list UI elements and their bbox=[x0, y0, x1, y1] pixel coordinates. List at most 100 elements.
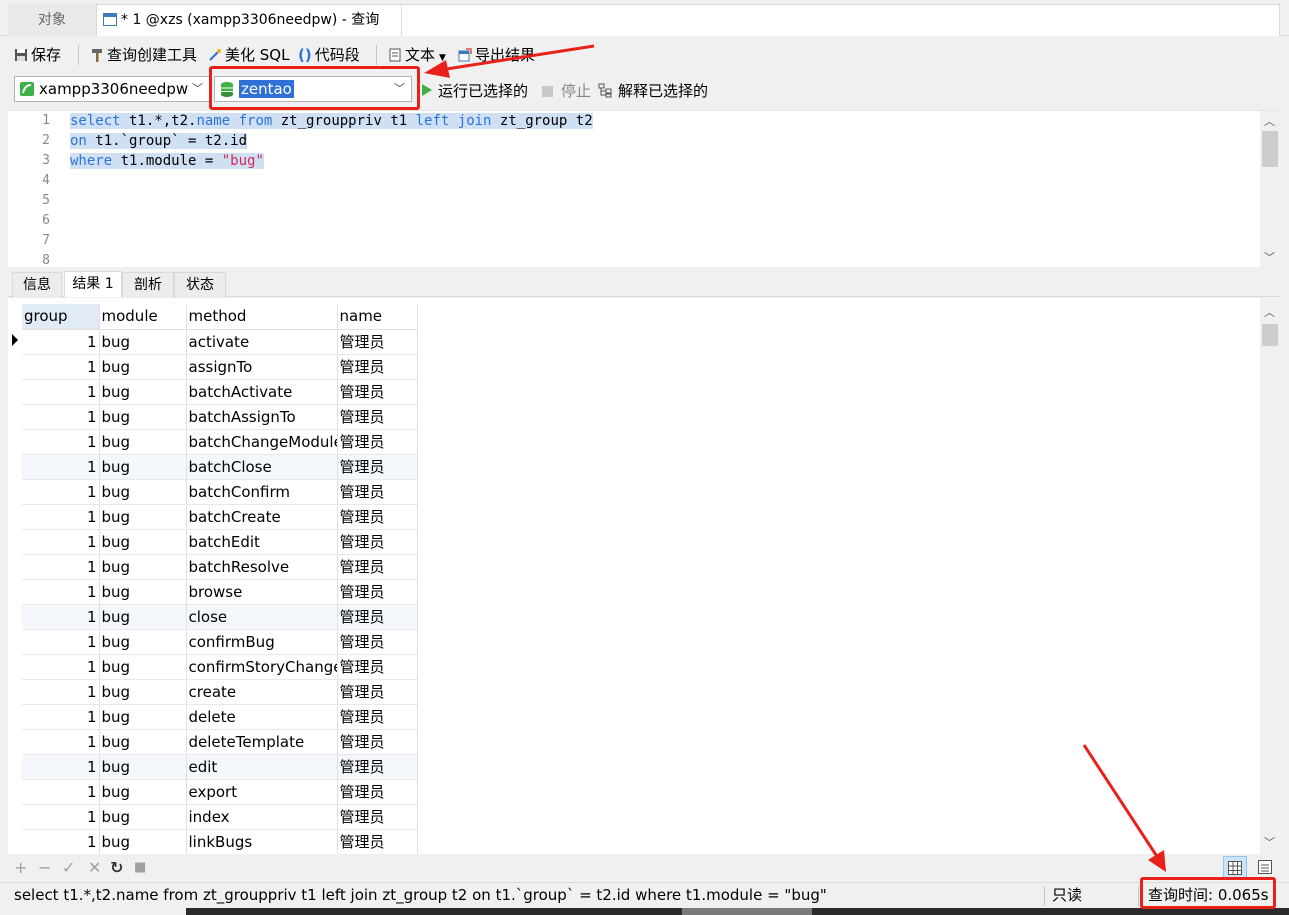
cell-name[interactable]: 管理员 bbox=[337, 504, 418, 530]
cell-group[interactable]: 1 bbox=[22, 729, 100, 755]
cell-module[interactable]: bug bbox=[99, 579, 187, 605]
table-row[interactable]: 1 bug linkBugs 管理员 bbox=[22, 829, 418, 854]
cell-method[interactable]: batchClose bbox=[186, 454, 338, 480]
cell-group[interactable]: 1 bbox=[22, 454, 100, 480]
cell-name[interactable]: 管理员 bbox=[337, 454, 418, 480]
cell-group[interactable]: 1 bbox=[22, 604, 100, 630]
cell-module[interactable]: bug bbox=[99, 479, 187, 505]
cell-name[interactable]: 管理员 bbox=[337, 754, 418, 780]
cell-module[interactable]: bug bbox=[99, 679, 187, 705]
table-row[interactable]: 1 bug deleteTemplate 管理员 bbox=[22, 729, 418, 755]
cell-method[interactable]: linkBugs bbox=[186, 829, 338, 854]
column-header-method[interactable]: method bbox=[186, 304, 338, 330]
cell-name[interactable]: 管理员 bbox=[337, 579, 418, 605]
cell-method[interactable]: confirmBug bbox=[186, 629, 338, 655]
cell-name[interactable]: 管理员 bbox=[337, 404, 418, 430]
stop-fetch-button[interactable]: ■ bbox=[134, 860, 146, 875]
cell-method[interactable]: edit bbox=[186, 754, 338, 780]
table-row[interactable]: 1 bug batchClose 管理员 bbox=[22, 454, 418, 480]
scroll-down-icon[interactable]: ﹀ bbox=[1264, 249, 1275, 265]
table-row[interactable]: 1 bug batchAssignTo 管理员 bbox=[22, 404, 418, 430]
table-row[interactable]: 1 bug batchEdit 管理员 bbox=[22, 529, 418, 555]
cell-module[interactable]: bug bbox=[99, 429, 187, 455]
tab-status[interactable]: 状态 bbox=[174, 272, 226, 298]
table-row[interactable]: 1 bug delete 管理员 bbox=[22, 704, 418, 730]
save-button[interactable]: 保存 bbox=[14, 45, 61, 65]
column-header-name[interactable]: name bbox=[337, 304, 418, 330]
table-row[interactable]: 1 bug create 管理员 bbox=[22, 679, 418, 705]
scroll-up-icon[interactable]: ︿ bbox=[1264, 304, 1275, 320]
cell-group[interactable]: 1 bbox=[22, 429, 100, 455]
cell-method[interactable]: close bbox=[186, 604, 338, 630]
table-row[interactable]: 1 bug batchConfirm 管理员 bbox=[22, 479, 418, 505]
table-row[interactable]: 1 bug batchChangeModule 管理员 bbox=[22, 429, 418, 455]
add-record-button[interactable]: + bbox=[14, 858, 27, 877]
cell-name[interactable]: 管理员 bbox=[337, 604, 418, 630]
grid-scroll-thumb[interactable] bbox=[1262, 324, 1278, 346]
cell-module[interactable]: bug bbox=[99, 454, 187, 480]
cell-group[interactable]: 1 bbox=[22, 479, 100, 505]
cell-name[interactable]: 管理员 bbox=[337, 679, 418, 705]
cell-name[interactable]: 管理员 bbox=[337, 629, 418, 655]
cell-method[interactable]: index bbox=[186, 804, 338, 830]
discard-changes-button[interactable]: ✕ bbox=[88, 858, 101, 877]
cell-group[interactable]: 1 bbox=[22, 654, 100, 680]
tab-profile[interactable]: 剖析 bbox=[122, 272, 174, 298]
cell-module[interactable]: bug bbox=[99, 379, 187, 405]
cell-name[interactable]: 管理员 bbox=[337, 329, 418, 355]
cell-module[interactable]: bug bbox=[99, 704, 187, 730]
delete-record-button[interactable]: − bbox=[38, 858, 51, 877]
cell-method[interactable]: deleteTemplate bbox=[186, 729, 338, 755]
cell-method[interactable]: batchCreate bbox=[186, 504, 338, 530]
cell-module[interactable]: bug bbox=[99, 754, 187, 780]
cell-module[interactable]: bug bbox=[99, 779, 187, 805]
cell-module[interactable]: bug bbox=[99, 629, 187, 655]
cell-method[interactable]: batchChangeModule bbox=[186, 429, 338, 455]
cell-name[interactable]: 管理员 bbox=[337, 829, 418, 854]
server-select[interactable]: xampp3306needpw ﹀ bbox=[14, 76, 210, 102]
cell-name[interactable]: 管理员 bbox=[337, 779, 418, 805]
tab-objects[interactable]: 对象 bbox=[8, 4, 96, 36]
stop-button[interactable]: 停止 bbox=[542, 80, 591, 101]
table-row[interactable]: 1 bug close 管理员 bbox=[22, 604, 418, 630]
tab-query[interactable]: * 1 @xzs (xampp3306needpw) - 查询 bbox=[96, 4, 402, 36]
table-row[interactable]: 1 bug batchResolve 管理员 bbox=[22, 554, 418, 580]
cell-group[interactable]: 1 bbox=[22, 804, 100, 830]
scroll-up-icon[interactable]: ︿ bbox=[1264, 113, 1275, 129]
cell-group[interactable]: 1 bbox=[22, 779, 100, 805]
cell-module[interactable]: bug bbox=[99, 504, 187, 530]
grid-scrollbar[interactable]: ︿ ﹀ bbox=[1260, 298, 1280, 854]
cell-module[interactable]: bug bbox=[99, 604, 187, 630]
cell-group[interactable]: 1 bbox=[22, 679, 100, 705]
column-header-group[interactable]: group bbox=[22, 304, 100, 330]
cell-name[interactable]: 管理员 bbox=[337, 804, 418, 830]
code-snippet-button[interactable]: () 代码段 bbox=[298, 45, 360, 65]
cell-method[interactable]: export bbox=[186, 779, 338, 805]
cell-group[interactable]: 1 bbox=[22, 829, 100, 854]
cell-module[interactable]: bug bbox=[99, 654, 187, 680]
cell-name[interactable]: 管理员 bbox=[337, 554, 418, 580]
cell-method[interactable]: create bbox=[186, 679, 338, 705]
explain-selected-button[interactable]: 解释已选择的 bbox=[598, 80, 708, 101]
column-header-module[interactable]: module bbox=[99, 304, 187, 330]
table-row[interactable]: 1 bug batchActivate 管理员 bbox=[22, 379, 418, 405]
cell-group[interactable]: 1 bbox=[22, 704, 100, 730]
cell-name[interactable]: 管理员 bbox=[337, 354, 418, 380]
editor-scroll-thumb[interactable] bbox=[1262, 131, 1278, 167]
table-row[interactable]: 1 bug confirmBug 管理员 bbox=[22, 629, 418, 655]
cell-name[interactable]: 管理员 bbox=[337, 379, 418, 405]
table-row[interactable]: 1 bug edit 管理员 bbox=[22, 754, 418, 780]
table-row[interactable]: 1 bug assignTo 管理员 bbox=[22, 354, 418, 380]
cell-method[interactable]: batchResolve bbox=[186, 554, 338, 580]
cell-group[interactable]: 1 bbox=[22, 754, 100, 780]
text-mode-button[interactable]: 文本 ▼ bbox=[388, 45, 446, 68]
cell-module[interactable]: bug bbox=[99, 554, 187, 580]
cell-method[interactable]: activate bbox=[186, 329, 338, 355]
apply-changes-button[interactable]: ✓ bbox=[62, 858, 75, 877]
cell-name[interactable]: 管理员 bbox=[337, 429, 418, 455]
cell-method[interactable]: assignTo bbox=[186, 354, 338, 380]
cell-group[interactable]: 1 bbox=[22, 329, 100, 355]
table-row[interactable]: 1 bug confirmStoryChange 管理员 bbox=[22, 654, 418, 680]
scroll-down-icon[interactable]: ﹀ bbox=[1264, 834, 1275, 850]
cell-method[interactable]: confirmStoryChange bbox=[186, 654, 338, 680]
